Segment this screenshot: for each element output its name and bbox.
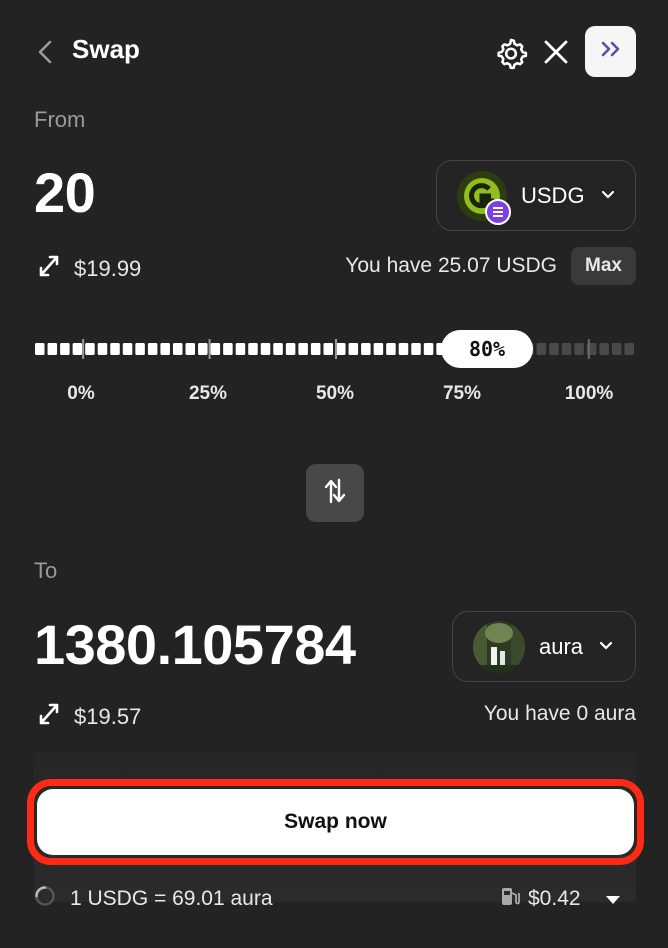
- slider-segment: [549, 343, 559, 355]
- slider-segment: [35, 343, 45, 355]
- slider-tick-mark: [587, 339, 590, 359]
- slider-segment: [97, 343, 108, 355]
- from-token-symbol: USDG: [521, 182, 585, 208]
- tick-label-100[interactable]: 100%: [565, 383, 614, 405]
- swap-direction-button[interactable]: [306, 464, 364, 522]
- slider-segment: [172, 343, 183, 355]
- slider-segment: [536, 343, 547, 355]
- slider-segment: [386, 343, 396, 355]
- slider-segment: [110, 343, 120, 355]
- chevron-down-icon: [601, 187, 615, 205]
- tick-label-50[interactable]: 50%: [316, 383, 354, 405]
- caret-down-icon: [605, 887, 621, 911]
- slider-tick-mark: [82, 339, 85, 359]
- tick-label-25[interactable]: 25%: [189, 383, 227, 405]
- slider-segment: [624, 343, 634, 355]
- slider-segment: [135, 343, 145, 355]
- slider-tick-mark: [208, 339, 211, 359]
- slider-segment: [72, 343, 83, 355]
- slider-segment: [310, 343, 321, 355]
- loading-spinner-icon: [34, 885, 56, 913]
- to-token-selector[interactable]: aura: [452, 611, 636, 682]
- slider-segment: [323, 343, 333, 355]
- slider-segment: [285, 343, 296, 355]
- slider-tick-mark: [335, 339, 337, 359]
- slider-segment: [160, 343, 170, 355]
- usdg-token-icon: [457, 170, 511, 225]
- slider-segment: [223, 343, 233, 355]
- slider-segment: [574, 343, 584, 355]
- slider-segment: [611, 343, 622, 355]
- slider-segment: [561, 343, 572, 355]
- usd-toggle-icon[interactable]: [38, 253, 60, 285]
- exchange-rate-text: 1 USDG = 69.01 aura: [70, 887, 273, 910]
- slider-segment: [210, 343, 221, 355]
- slider-segment: [60, 343, 70, 355]
- slider-segment: [185, 343, 196, 355]
- slider-value-badge[interactable]: 80%: [441, 330, 533, 368]
- from-amount-input[interactable]: 20: [34, 160, 96, 225]
- usd-toggle-icon[interactable]: [38, 701, 60, 733]
- up-down-arrows-icon: [323, 476, 347, 511]
- slider-segment: [85, 343, 95, 355]
- from-label: From: [34, 107, 86, 132]
- network-badge-icon: [485, 198, 511, 225]
- tick-label-75[interactable]: 75%: [443, 383, 481, 405]
- slider-segment: [122, 343, 133, 355]
- chevron-down-icon: [599, 638, 613, 656]
- slider-segment: [298, 343, 308, 355]
- slider-segment: [47, 343, 58, 355]
- to-token-symbol: aura: [539, 633, 584, 659]
- slider-segment: [260, 343, 271, 355]
- max-button[interactable]: Max: [571, 247, 636, 285]
- to-amount: 1380.105784: [34, 613, 356, 676]
- slider-segment: [336, 343, 346, 355]
- slider-segment: [373, 343, 384, 355]
- page-title: Swap: [72, 34, 140, 64]
- gas-fee-value: $0.42: [528, 887, 581, 910]
- swap-now-button[interactable]: Swap now: [37, 789, 634, 855]
- slider-segment: [599, 343, 609, 355]
- back-chevron-icon[interactable]: [34, 36, 58, 68]
- slider-segment: [147, 343, 158, 355]
- slider-segment: [273, 343, 283, 355]
- close-icon[interactable]: [541, 37, 571, 67]
- double-chevron-right-icon: [598, 39, 624, 64]
- slider-segment: [235, 343, 246, 355]
- gas-fee-toggle[interactable]: $0.42: [500, 885, 621, 913]
- amount-slider[interactable]: [34, 336, 636, 362]
- slider-segment: [361, 343, 371, 355]
- to-usd-value: $19.57: [74, 704, 142, 729]
- slider-segment: [411, 343, 421, 355]
- settings-gear-icon[interactable]: [494, 36, 528, 70]
- tick-label-0[interactable]: 0%: [67, 383, 94, 405]
- from-usd-value: $19.99: [74, 256, 142, 281]
- slider-segment: [423, 343, 434, 355]
- to-label: To: [34, 558, 58, 583]
- slider-segment: [348, 343, 359, 355]
- slider-segment: [198, 343, 208, 355]
- expand-panel-button[interactable]: [585, 26, 636, 77]
- to-balance-text: You have 0 aura: [483, 702, 636, 725]
- slider-segment: [248, 343, 258, 355]
- from-token-selector[interactable]: USDG: [436, 160, 636, 231]
- slider-segment: [398, 343, 409, 355]
- from-balance-text: You have 25.07 USDG: [345, 254, 557, 277]
- fuel-pump-icon: [500, 885, 520, 913]
- aura-token-icon: [473, 620, 525, 673]
